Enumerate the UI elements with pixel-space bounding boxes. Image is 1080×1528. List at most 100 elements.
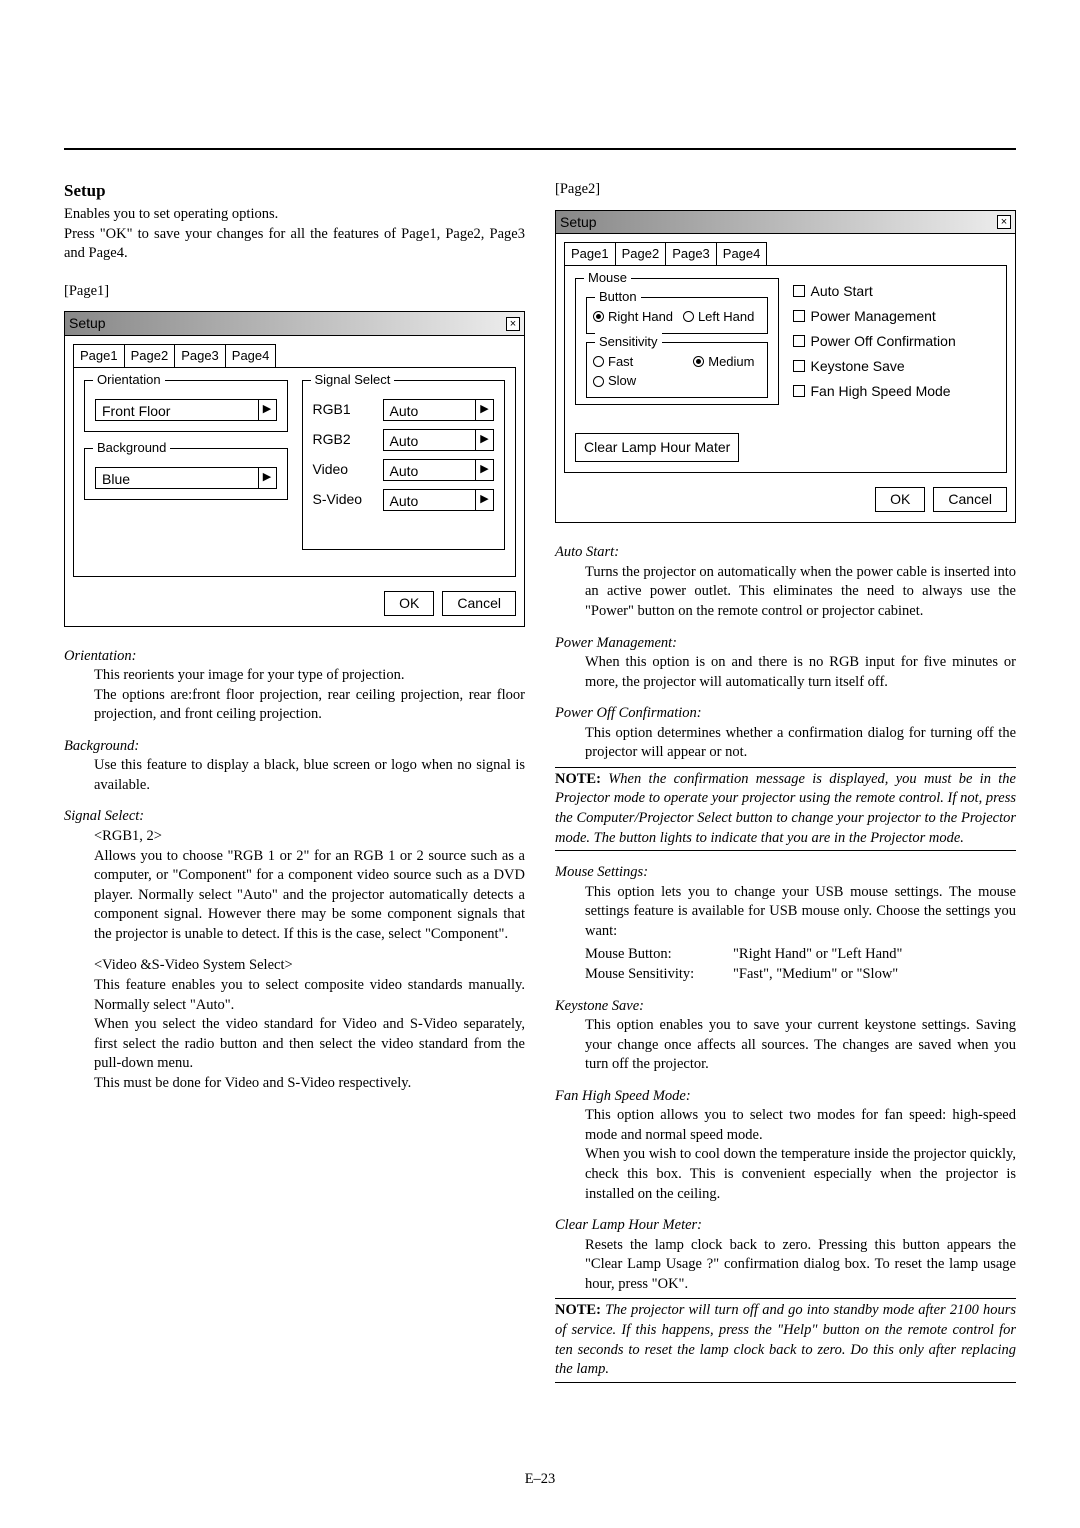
dropdown-icon[interactable]: ▶ — [475, 400, 493, 420]
check-label: Auto Start — [811, 282, 873, 301]
power-off-note: NOTE: When the confirmation message is d… — [555, 767, 1016, 851]
note-body: The projector will turn off and go into … — [555, 1302, 1016, 1377]
background-dropdown[interactable]: Blue ▶ — [95, 467, 277, 489]
mouse-button-fieldset: Button Right Hand Left Hand — [586, 297, 768, 334]
section-heading: Setup — [64, 180, 525, 203]
signal-rgb2-label: RGB2 — [313, 430, 373, 449]
tab-page4[interactable]: Page4 — [225, 344, 277, 367]
radio-label: Medium — [708, 353, 754, 371]
orientation-text1: This reorients your image for your type … — [94, 666, 525, 686]
signal-rgb1-dropdown[interactable]: Auto ▶ — [383, 399, 495, 421]
tab-page1[interactable]: Page1 — [73, 344, 125, 367]
signal-rgb1-label: RGB1 — [313, 400, 373, 419]
setup-dialog-page2: Setup × Page1 Page2 Page3 Page4 Mouse Bu… — [555, 210, 1016, 524]
tab-page2[interactable]: Page2 — [124, 344, 176, 367]
signal-svideo-value: Auto — [384, 490, 476, 510]
power-off-text: This option determines whether a confirm… — [585, 724, 1016, 763]
page-number: E–23 — [0, 1471, 1080, 1488]
cancel-button[interactable]: Cancel — [442, 591, 516, 616]
signal-heading: Signal Select: — [64, 807, 525, 827]
ok-button[interactable]: OK — [384, 591, 434, 616]
dialog-title: Setup — [560, 213, 597, 232]
tab-page1[interactable]: Page1 — [564, 242, 616, 265]
check-label: Power Management — [811, 307, 936, 326]
clear-lamp-heading: Clear Lamp Hour Meter: — [555, 1216, 1016, 1236]
mouse-sensitivity-legend: Sensitivity — [595, 333, 662, 351]
dropdown-icon[interactable]: ▶ — [475, 430, 493, 450]
keystone-save-heading: Keystone Save: — [555, 997, 1016, 1017]
signal-video-value: Auto — [384, 460, 476, 480]
keystone-save-text: This option enables you to save your cur… — [585, 1016, 1016, 1075]
check-power-off-confirmation[interactable]: Power Off Confirmation — [793, 332, 997, 351]
orientation-dropdown[interactable]: Front Floor ▶ — [95, 399, 277, 421]
tab-page3[interactable]: Page3 — [665, 242, 717, 265]
close-icon[interactable]: × — [997, 215, 1011, 229]
check-label: Fan High Speed Mode — [811, 382, 951, 401]
signal-video-label: Video — [313, 460, 373, 479]
signal-p2: This feature enables you to select compo… — [94, 976, 525, 1015]
mouse-button-legend: Button — [595, 288, 641, 306]
check-power-management[interactable]: Power Management — [793, 307, 997, 326]
note-strong: NOTE: — [555, 771, 601, 787]
dropdown-icon[interactable]: ▶ — [475, 460, 493, 480]
ok-button[interactable]: OK — [875, 487, 925, 512]
orientation-fieldset: Orientation Front Floor ▶ — [84, 380, 288, 432]
radio-left-hand[interactable]: Left Hand — [683, 308, 754, 326]
radio-label: Left Hand — [698, 308, 754, 326]
signal-sub2: <Video &S-Video System Select> — [94, 956, 525, 976]
orientation-value: Front Floor — [96, 400, 258, 420]
dropdown-icon[interactable]: ▶ — [475, 490, 493, 510]
power-mgmt-text: When this option is on and there is no R… — [585, 653, 1016, 692]
page2-label: [Page2] — [555, 180, 1016, 200]
mouse-fieldset: Mouse Button Right Hand Left Hand Sensit… — [575, 278, 779, 405]
dropdown-icon[interactable]: ▶ — [258, 468, 276, 488]
radio-label: Slow — [608, 372, 636, 390]
signal-rgb2-dropdown[interactable]: Auto ▶ — [383, 429, 495, 451]
check-fan-high-speed[interactable]: Fan High Speed Mode — [793, 382, 997, 401]
page1-label: [Page1] — [64, 282, 525, 302]
radio-slow[interactable]: Slow — [593, 372, 636, 390]
signal-p3: When you select the video standard for V… — [94, 1015, 525, 1074]
tab-page4[interactable]: Page4 — [716, 242, 768, 265]
signal-select-fieldset: Signal Select RGB1 Auto ▶ RGB2 — [302, 380, 506, 550]
mouse-sensitivity-kv: Mouse Sensitivity: "Fast", "Medium" or "… — [585, 965, 1016, 985]
kv-value: "Right Hand" or "Left Hand" — [733, 945, 902, 965]
radio-fast[interactable]: Fast — [593, 353, 633, 371]
kv-value: "Fast", "Medium" or "Slow" — [733, 965, 898, 985]
orientation-legend: Orientation — [93, 371, 165, 389]
mouse-settings-heading: Mouse Settings: — [555, 863, 1016, 883]
tab-page2[interactable]: Page2 — [615, 242, 667, 265]
background-fieldset: Background Blue ▶ — [84, 448, 288, 500]
orientation-heading: Orientation: — [64, 647, 525, 667]
dropdown-icon[interactable]: ▶ — [258, 400, 276, 420]
check-keystone-save[interactable]: Keystone Save — [793, 357, 997, 376]
power-mgmt-heading: Power Management: — [555, 634, 1016, 654]
orientation-text2: The options are:front floor projection, … — [94, 686, 525, 725]
mouse-settings-text: This option lets you to change your USB … — [585, 883, 1016, 942]
intro-text2: Press "OK" to save your changes for all … — [64, 225, 525, 264]
setup-dialog-page1: Setup × Page1 Page2 Page3 Page4 Orientat… — [64, 311, 525, 626]
signal-svideo-dropdown[interactable]: Auto ▶ — [383, 489, 495, 511]
radio-label: Fast — [608, 353, 633, 371]
signal-rgb1-value: Auto — [384, 400, 476, 420]
note-strong: NOTE: — [555, 1302, 601, 1318]
mouse-legend: Mouse — [584, 269, 631, 287]
close-icon[interactable]: × — [506, 317, 520, 331]
signal-video-dropdown[interactable]: Auto ▶ — [383, 459, 495, 481]
background-heading: Background: — [64, 737, 525, 757]
fan-high-speed-text2: When you wish to cool down the temperatu… — [585, 1145, 1016, 1204]
radio-right-hand[interactable]: Right Hand — [593, 308, 673, 326]
power-off-heading: Power Off Confirmation: — [555, 704, 1016, 724]
cancel-button[interactable]: Cancel — [933, 487, 1007, 512]
check-label: Power Off Confirmation — [811, 332, 956, 351]
clear-lamp-hour-button[interactable]: Clear Lamp Hour Mater — [575, 433, 739, 462]
background-legend: Background — [93, 439, 170, 457]
dialog-title: Setup — [69, 314, 106, 333]
radio-medium[interactable]: Medium — [693, 353, 754, 371]
tab-page3[interactable]: Page3 — [174, 344, 226, 367]
note-body: When the confirmation message is display… — [555, 771, 1016, 846]
check-auto-start[interactable]: Auto Start — [793, 282, 997, 301]
check-label: Keystone Save — [811, 357, 905, 376]
auto-start-heading: Auto Start: — [555, 543, 1016, 563]
kv-key: Mouse Sensitivity: — [585, 965, 725, 985]
